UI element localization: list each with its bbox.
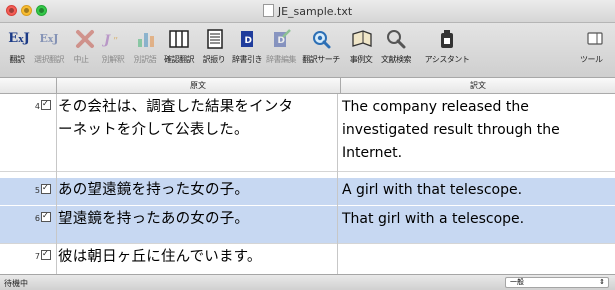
toolbar-assistant-label: アシスタント [424, 55, 470, 64]
toolbar-translation-search-label: 翻訳サーチ [302, 55, 340, 64]
translation-search-icon [306, 27, 336, 51]
tool-icon [586, 27, 615, 51]
dictionary-edit-icon: D [266, 27, 296, 51]
target-cell[interactable]: That girl with a telescope. [342, 208, 615, 231]
table-row-selected[interactable]: 5 あの望遠鏡を持った女の子。 A girl with that telesco… [0, 178, 615, 205]
svg-text:J: J [101, 33, 111, 48]
toolbar-tool-button[interactable]: ツール [580, 27, 614, 65]
toolbar-selection-translate-button[interactable]: ExJ 選択翻訳 [32, 27, 66, 65]
window-title: JE_sample.txt [0, 4, 615, 18]
toolbar-dictionary-lookup-button[interactable]: D 辞書引き [232, 27, 263, 65]
row-checkbox[interactable] [41, 212, 51, 222]
ej-selection-translate-icon: ExJ [39, 32, 59, 45]
row-number: 6 [0, 212, 54, 223]
column-divider [337, 94, 338, 274]
toolbar-stop-label: 中止 [73, 55, 90, 64]
literature-search-icon [381, 27, 411, 51]
target-cell[interactable]: The company released the investigated re… [342, 96, 615, 165]
alternative-word-icon [131, 27, 161, 51]
toolbar-dictionary-lookup-label: 辞書引き [232, 55, 263, 64]
target-line: investigated result through the [342, 122, 560, 138]
target-cell[interactable]: A girl with that telescope. [342, 179, 615, 202]
source-cell[interactable]: 望遠鏡を持ったあの女の子。 [58, 208, 333, 231]
toolbar-alt-word-button[interactable]: 別訳語 [131, 27, 159, 65]
svg-text:D: D [245, 36, 252, 46]
toolbar-tool-label: ツール [580, 55, 603, 64]
toolbar-translate-button[interactable]: ExJ 翻訳 [4, 27, 30, 65]
toolbar-alt-word-label: 別訳語 [133, 55, 157, 64]
source-line: その会社は、調査した結果をインタ [58, 99, 294, 115]
up-down-arrow-icon: ⇕ [599, 278, 605, 286]
toolbar-interlinear-label: 訳振り [202, 55, 226, 64]
toolbar-literature-search-button[interactable]: 文献検索 [380, 27, 412, 65]
row-number: 7 [0, 250, 54, 261]
assistant-icon [432, 27, 462, 51]
toolbar-assistant-button[interactable]: アシスタント [420, 27, 474, 65]
source-column-header[interactable]: 原文 [56, 80, 340, 91]
interlinear-translation-icon [200, 27, 230, 51]
ej-translate-icon: ExJ [8, 31, 30, 46]
target-column-header[interactable]: 訳文 [341, 80, 615, 91]
column-header: 原文 訳文 [0, 78, 615, 94]
row-number-text: 7 [34, 252, 40, 261]
row-number: 4 [0, 100, 54, 111]
target-line: Internet. [342, 145, 403, 161]
row-number-text: 6 [34, 214, 40, 223]
source-cell[interactable]: その会社は、調査した結果をインタ ーネットを介して公表した。 [58, 96, 333, 142]
toolbar-confirm-translate-button[interactable]: 確認翻訳 [163, 27, 195, 65]
toolbar-interlinear-button[interactable]: 訳振り [200, 27, 228, 65]
toolbar-stop-button[interactable]: 中止 [70, 27, 94, 65]
confirm-translate-icon [164, 27, 194, 51]
row-checkbox[interactable] [41, 250, 51, 260]
toolbar-example-sentence-button[interactable]: 事例文 [347, 27, 375, 65]
row-number-text: 4 [34, 102, 40, 111]
toolbar-example-sentence-label: 事例文 [349, 55, 373, 64]
field-select-value: 一般 [510, 278, 524, 286]
source-line: ーネットを介して公表した。 [58, 122, 249, 138]
toolbar-dictionary-edit-button[interactable]: D 辞書編集 [266, 27, 297, 65]
row-number-text: 5 [34, 186, 40, 195]
stop-x-icon [70, 27, 100, 51]
alternative-interpretation-icon: J” [99, 27, 129, 51]
target-line: The company released the [342, 99, 529, 115]
title-bar: JE_sample.txt [0, 0, 615, 23]
dictionary-lookup-icon: D [232, 27, 262, 51]
status-text: 待機中 [4, 279, 28, 288]
row-number: 5 [0, 184, 54, 195]
source-cell[interactable]: 彼は朝日ヶ丘に住んでいます。 [58, 246, 333, 269]
toolbar-translate-label: 翻訳 [9, 55, 26, 64]
window-title-text: JE_sample.txt [277, 5, 353, 18]
toolbar-selection-translate-label: 選択翻訳 [34, 55, 65, 64]
row-checkbox[interactable] [41, 184, 51, 194]
column-divider [56, 94, 57, 274]
row-divider [0, 171, 615, 172]
field-select[interactable]: 一般 ⇕ [505, 277, 609, 288]
example-sentence-icon [347, 27, 377, 51]
status-bar: 待機中 一般 ⇕ [0, 274, 615, 290]
toolbar-alt-interpretation-button[interactable]: J” 別解釈 [99, 27, 127, 65]
svg-text:”: ” [113, 36, 118, 47]
table-row[interactable]: 7 彼は朝日ヶ丘に住んでいます。 [0, 244, 615, 272]
toolbar-alt-interpretation-label: 別解釈 [101, 55, 125, 64]
toolbar-translation-search-button[interactable]: 翻訳サーチ [300, 27, 342, 65]
table-row-selected[interactable]: 6 望遠鏡を持ったあの女の子。 That girl with a telesco… [0, 206, 615, 243]
document-icon [262, 4, 274, 17]
toolbar-dictionary-edit-label: 辞書編集 [266, 55, 297, 64]
toolbar-confirm-translate-label: 確認翻訳 [164, 55, 195, 64]
toolbar: ExJ 翻訳 ExJ 選択翻訳 中止 J” 別解釈 別訳語 確認翻訳 訳振り D… [0, 23, 615, 78]
row-checkbox[interactable] [41, 100, 51, 110]
toolbar-literature-search-label: 文献検索 [381, 55, 412, 64]
table-row[interactable]: 4 その会社は、調査した結果をインタ ーネットを介して公表した。 The com… [0, 94, 615, 171]
source-cell[interactable]: あの望遠鏡を持った女の子。 [58, 179, 333, 202]
